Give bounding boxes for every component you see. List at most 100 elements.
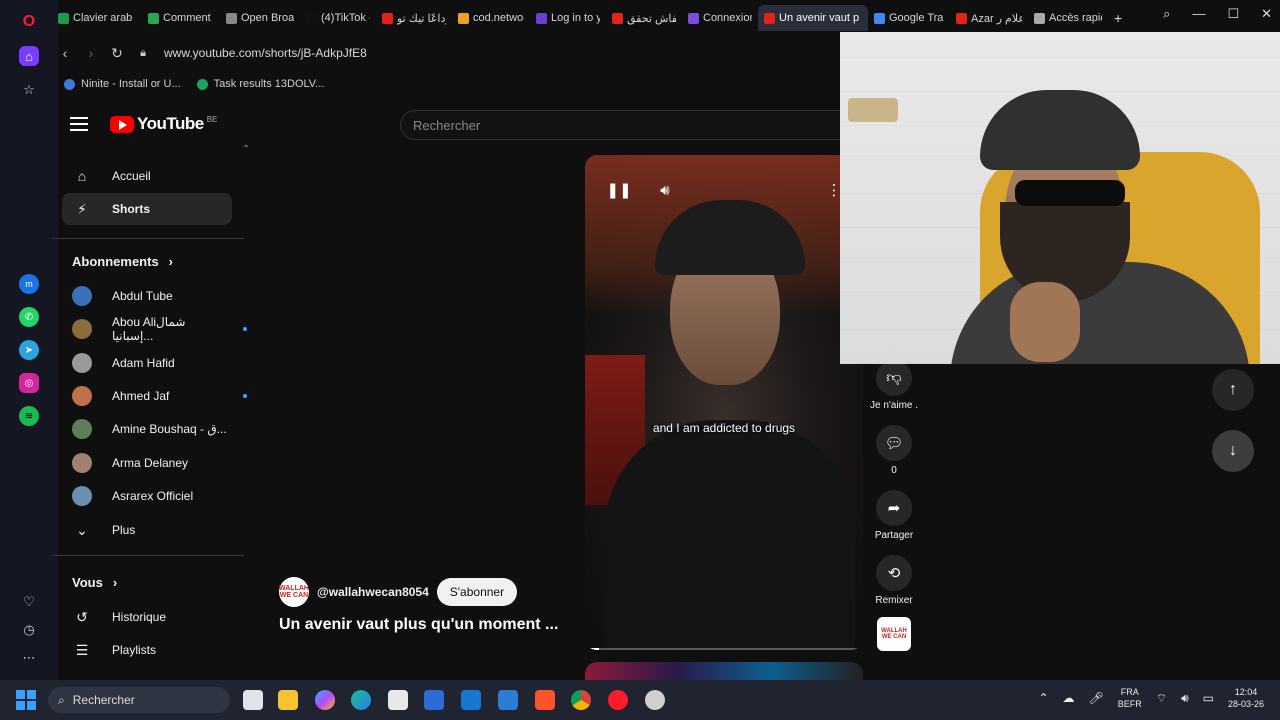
tab[interactable]: Open Broad <box>220 5 300 31</box>
screen: O ⌂ ☆ m ✆ ➤ ◎ ≋ ♡ ◷ ⋯ Clavier arab Comme… <box>0 0 1280 720</box>
shorts-icon: ⚡︎ <box>77 200 87 217</box>
speaker-icon[interactable]: 🔊︎ <box>1181 691 1189 706</box>
windows-start-icon[interactable] <box>16 690 36 710</box>
tab[interactable]: Comment cl <box>142 5 220 31</box>
url-field[interactable]: www.youtube.com/shorts/jB-AdkpJfE8 <box>164 46 367 60</box>
store-icon[interactable] <box>388 690 408 710</box>
short-video-player[interactable]: ❚❚ 🔊︎ ⋮ and I am addicted to drugs <box>585 155 863 650</box>
wifi-icon[interactable]: ⌔ <box>1156 691 1167 706</box>
battery-icon[interactable]: ▭ <box>1203 691 1214 705</box>
minimize-icon[interactable]: — <box>1192 6 1205 22</box>
subscription-item[interactable]: Abdul Tube <box>72 283 247 309</box>
messenger-icon[interactable]: m <box>19 274 39 294</box>
bookmark-star-icon[interactable]: ☆ <box>19 80 39 100</box>
task-view-icon[interactable] <box>243 690 263 710</box>
share-icon[interactable]: ➦ <box>876 490 912 526</box>
sidebar-item-label: Historique <box>112 610 167 624</box>
next-short-button[interactable]: ↓ <box>1212 430 1254 472</box>
reload-icon[interactable]: ↻ <box>104 40 130 66</box>
tab[interactable]: (4)TikTok - <box>300 5 376 31</box>
history-clock-icon[interactable]: ◷ <box>19 620 39 640</box>
bookmark-item[interactable]: Ninite - Install or U... <box>64 78 181 90</box>
mail-icon[interactable] <box>461 690 481 710</box>
subscribe-button[interactable]: S'abonner <box>436 578 518 606</box>
input-language[interactable]: FRA BEFR <box>1118 686 1142 710</box>
edge-icon[interactable] <box>351 690 371 710</box>
sidebar-item-more[interactable]: ⌄ Plus <box>62 514 232 546</box>
back-arrow-icon[interactable]: ‹ <box>52 40 78 66</box>
subscription-item[interactable]: Adam Hafid <box>72 350 247 376</box>
tab[interactable]: Accès rapid <box>1028 5 1108 31</box>
clock[interactable]: 12:04 28-03-26 <box>1228 686 1264 710</box>
tab-search-icon[interactable]: ⌕ <box>1163 6 1170 22</box>
opera-icon[interactable] <box>608 690 628 710</box>
subscription-item[interactable]: Ahmed Jaf <box>72 383 247 409</box>
system-tray: ⌃ ☁ 🎤︎ FRA BEFR ⌔ 🔊︎ ▭ 12:04 28-03-26 <box>1038 686 1264 710</box>
subscriptions-heading[interactable]: Abonnements › <box>72 254 173 269</box>
youtube-play-icon <box>110 115 134 133</box>
microphone-icon[interactable]: 🎤︎ <box>1089 691 1104 705</box>
todo-icon[interactable] <box>498 690 518 710</box>
settings-gear-icon[interactable] <box>645 690 665 710</box>
sidebar-item-home[interactable]: ⌂ Accueil <box>62 160 232 192</box>
tab[interactable]: وداعًا تيك تو <box>376 5 452 31</box>
hamburger-menu-icon[interactable] <box>70 117 88 131</box>
scroll-up-chevron-icon[interactable]: ⌃ <box>242 144 250 155</box>
tab[interactable]: cod.network <box>452 5 530 31</box>
sidebar-item-history[interactable]: ↺ Historique <box>62 601 232 633</box>
more-dots-icon[interactable]: ⋯ <box>19 648 39 668</box>
tab[interactable]: Log in to yo <box>530 5 606 31</box>
volume-icon[interactable]: 🔊︎ <box>652 177 678 203</box>
sidebar-item-shorts[interactable]: ⚡︎ Shorts <box>62 193 232 225</box>
bookmark-item[interactable]: Task results 13DOLV... <box>196 78 324 90</box>
instagram-icon[interactable]: ◎ <box>19 373 39 393</box>
search-input[interactable] <box>413 117 840 133</box>
chevron-up-icon[interactable]: ⌃ <box>1038 691 1048 705</box>
previous-short-button[interactable]: ↑ <box>1212 369 1254 411</box>
subscription-item[interactable]: Amine Boushaq - ق... <box>72 416 247 442</box>
forward-arrow-icon[interactable]: › <box>78 40 104 66</box>
chrome-icon[interactable] <box>571 690 591 710</box>
comment-icon[interactable]: 💬︎ <box>876 425 912 461</box>
close-icon[interactable]: ✕ <box>1261 6 1272 22</box>
subscription-item[interactable]: Abou Aliشمال إسبانيا... <box>72 315 247 343</box>
tab[interactable]: Clavier arab <box>52 5 142 31</box>
channel-avatar <box>72 386 92 406</box>
sidebar-item-playlists[interactable]: ☰ Playlists <box>62 634 232 666</box>
youtube-logo[interactable]: YouTube BE <box>110 114 217 134</box>
channel-avatar[interactable]: WALLAH WE CAN <box>279 577 309 607</box>
tab[interactable]: Google Trar <box>868 5 950 31</box>
remix-icon[interactable]: ⟲ <box>876 555 912 591</box>
maximize-icon[interactable]: ☐ <box>1227 6 1239 22</box>
pause-icon[interactable]: ❚❚ <box>606 177 632 203</box>
subscription-item[interactable]: Arma Delaney <box>72 450 247 476</box>
whatsapp-icon[interactable]: ✆ <box>19 307 39 327</box>
tab[interactable]: Azar علام ر <box>950 5 1028 31</box>
brave-icon[interactable] <box>535 690 555 710</box>
spotify-icon[interactable]: ≋ <box>19 406 39 426</box>
you-heading[interactable]: Vous › <box>72 575 117 590</box>
new-tab-plus-icon[interactable]: + <box>1108 5 1132 31</box>
tab[interactable]: كيفاش تحقق <box>606 5 682 31</box>
tab-active[interactable]: Un avenir vaut p <box>758 5 868 31</box>
taskbar-search[interactable]: ⌕ Rechercher <box>48 687 230 713</box>
short-channel-name[interactable]: @wallahwecan8054 <box>317 585 429 599</box>
next-short-preview[interactable] <box>585 662 863 680</box>
short-title[interactable]: Un avenir vaut plus qu'un moment ... <box>279 616 558 634</box>
onedrive-cloud-icon[interactable]: ☁ <box>1063 691 1075 705</box>
subscription-item[interactable]: Asrarex Officiel <box>72 483 247 509</box>
sound-thumbnail[interactable]: WALLAH WE CAN <box>877 617 911 651</box>
tab-label: Accès rapid <box>1049 12 1102 24</box>
file-explorer-icon[interactable] <box>278 690 298 710</box>
heart-icon[interactable]: ♡ <box>19 592 39 612</box>
copilot-icon[interactable] <box>315 690 335 710</box>
home-icon[interactable]: ⌂ <box>19 46 39 66</box>
dislike-icon[interactable]: 👎︎ <box>876 360 912 396</box>
opera-logo-icon[interactable]: O <box>19 12 39 32</box>
vscode-icon[interactable] <box>424 690 444 710</box>
channel-name: Arma Delaney <box>112 456 189 470</box>
video-progress-bar[interactable] <box>585 648 863 650</box>
telegram-icon[interactable]: ➤ <box>19 340 39 360</box>
tab[interactable]: Connexion <box>682 5 758 31</box>
lock-icon[interactable]: 🔒︎ <box>130 40 156 66</box>
